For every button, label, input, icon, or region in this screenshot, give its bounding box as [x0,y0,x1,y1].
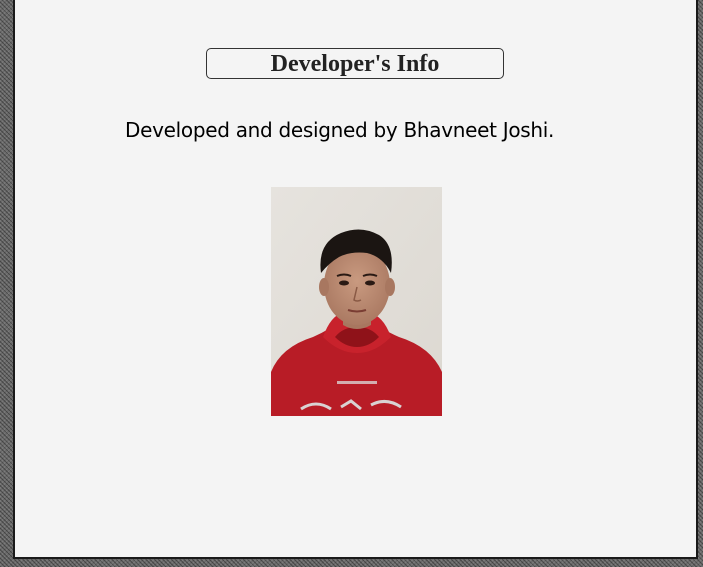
developer-info-panel: Developer's Info Developed and designed … [13,0,698,559]
developer-photo [271,187,442,416]
page-title: Developer's Info [206,48,504,79]
developer-credit-text: Developed and designed by Bhavneet Joshi… [125,118,555,142]
